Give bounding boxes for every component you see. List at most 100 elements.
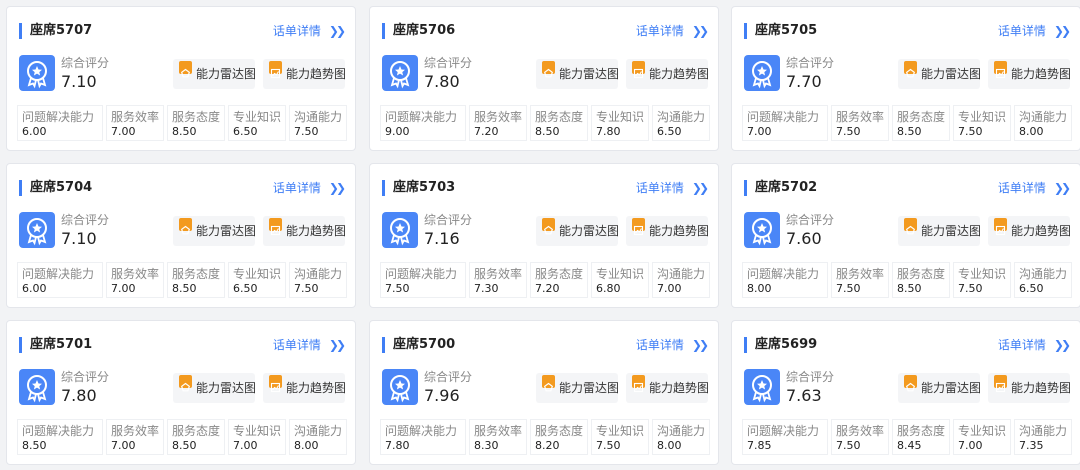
- metric-professional-knowledge: 专业知识 7.00: [953, 419, 1011, 455]
- trend-chart-button[interactable]: 能力趋势图: [263, 216, 347, 246]
- award-badge-icon: [19, 369, 55, 405]
- double-chevron-right-icon: ❯❯: [691, 338, 709, 352]
- radar-chart-label: 能力雷达图: [559, 67, 620, 81]
- trend-chart-button[interactable]: 能力趋势图: [988, 373, 1072, 403]
- radar-chart-button[interactable]: 能力雷达图: [173, 373, 257, 403]
- trend-chart-icon: [994, 375, 1007, 393]
- trend-chart-button[interactable]: 能力趋势图: [263, 59, 346, 89]
- metric-problem-solving: 问题解决能力 7.50: [380, 262, 466, 298]
- metric-label: 服务效率: [474, 110, 523, 124]
- metrics-row: 问题解决能力 7.85 服务效率 7.50 服务态度 8.45 专业知识 7.00 沟通…: [742, 419, 1072, 455]
- metric-value: 7.50: [836, 125, 861, 138]
- metric-value: 8.50: [22, 439, 47, 452]
- metric-communication: 沟通能力 7.50: [289, 262, 347, 298]
- double-chevron-right-icon: ❯❯: [328, 181, 346, 195]
- radar-chart-button[interactable]: 能力雷达图: [536, 216, 619, 246]
- trend-chart-icon: [632, 61, 645, 79]
- metric-value: 7.00: [111, 125, 136, 138]
- trend-chart-label: 能力趋势图: [649, 224, 710, 238]
- metric-value: 7.50: [836, 282, 861, 295]
- radar-chart-button[interactable]: 能力雷达图: [898, 373, 981, 403]
- radar-chart-button[interactable]: 能力雷达图: [173, 216, 256, 246]
- metric-label: 服务态度: [172, 424, 221, 438]
- trend-chart-label: 能力趋势图: [1011, 381, 1072, 395]
- metric-value: 7.50: [596, 439, 621, 452]
- metric-value: 7.00: [657, 282, 682, 295]
- metric-value: 7.80: [596, 125, 621, 138]
- metric-problem-solving: 问题解决能力 7.00: [742, 105, 828, 141]
- metric-professional-knowledge: 专业知识 7.50: [953, 105, 1011, 141]
- metric-value: 8.30: [474, 439, 499, 452]
- metric-label: 沟通能力: [1019, 110, 1068, 124]
- metrics-row: 问题解决能力 8.50 服务效率 7.00 服务态度 8.50 专业知识 7.00 沟通…: [17, 419, 347, 455]
- agent-title: 座席5703: [382, 180, 455, 196]
- radar-chart-label: 能力雷达图: [921, 67, 982, 81]
- agent-title: 座席5707: [19, 23, 92, 39]
- metric-label: 服务效率: [836, 110, 885, 124]
- metric-value: 7.50: [294, 282, 319, 295]
- trend-chart-label: 能力趋势图: [286, 224, 347, 238]
- call-detail-link[interactable]: 话单详情 ❯❯: [636, 23, 709, 39]
- metric-label: 问题解决能力: [22, 110, 95, 124]
- metric-service-efficiency: 服务效率 7.00: [106, 419, 164, 455]
- metric-value: 7.20: [535, 282, 560, 295]
- trend-chart-icon: [269, 375, 282, 393]
- metric-value: 8.50: [535, 125, 560, 138]
- trend-chart-button[interactable]: 能力趋势图: [626, 216, 710, 246]
- radar-chart-button[interactable]: 能力雷达图: [173, 59, 256, 89]
- metric-professional-knowledge: 专业知识 6.50: [228, 262, 286, 298]
- agent-card: 座席5700 话单详情 ❯❯ 综合评分 7.96 能力雷达图 能力趋势图 问题解决…: [369, 320, 719, 465]
- agent-card: 座席5706 话单详情 ❯❯ 综合评分 7.80 能力雷达图 能力趋势图 问题解决…: [369, 6, 719, 151]
- call-detail-link[interactable]: 话单详情 ❯❯: [998, 337, 1071, 353]
- award-badge-icon: [19, 55, 55, 91]
- award-badge-icon: [744, 369, 780, 405]
- radar-chart-button[interactable]: 能力雷达图: [898, 216, 982, 246]
- metric-label: 问题解决能力: [385, 424, 458, 438]
- radar-chart-icon: [179, 375, 192, 392]
- award-badge-icon: [744, 55, 780, 91]
- metric-communication: 沟通能力 7.35: [1014, 419, 1072, 455]
- metric-label: 服务态度: [897, 424, 946, 438]
- metric-value: 7.50: [294, 125, 319, 138]
- metric-value: 7.50: [958, 125, 983, 138]
- radar-chart-button[interactable]: 能力雷达图: [898, 59, 982, 89]
- radar-chart-label: 能力雷达图: [196, 381, 257, 395]
- metric-service-efficiency: 服务效率 7.00: [106, 262, 164, 298]
- call-detail-link[interactable]: 话单详情 ❯❯: [272, 337, 346, 353]
- score-value: 7.96: [424, 386, 460, 405]
- agent-title: 座席5700: [382, 337, 455, 353]
- trend-chart-button[interactable]: 能力趋势图: [988, 216, 1071, 246]
- metric-label: 服务态度: [172, 267, 221, 281]
- metric-value: 7.00: [958, 439, 983, 452]
- metric-label: 专业知识: [596, 110, 645, 124]
- metric-communication: 沟通能力 7.50: [289, 105, 347, 141]
- trend-chart-button[interactable]: 能力趋势图: [626, 59, 709, 89]
- radar-chart-button[interactable]: 能力雷达图: [536, 59, 620, 89]
- radar-chart-icon: [904, 61, 917, 78]
- call-detail-link[interactable]: 话单详情 ❯❯: [998, 180, 1071, 196]
- metric-label: 服务态度: [535, 267, 584, 281]
- call-detail-link[interactable]: 话单详情 ❯❯: [636, 180, 709, 196]
- trend-chart-button[interactable]: 能力趋势图: [263, 373, 346, 403]
- metric-problem-solving: 问题解决能力 8.50: [17, 419, 103, 455]
- radar-chart-button[interactable]: 能力雷达图: [536, 373, 619, 403]
- call-detail-link[interactable]: 话单详情 ❯❯: [998, 23, 1071, 39]
- double-chevron-right-icon: ❯❯: [328, 338, 346, 352]
- score-label: 综合评分: [424, 370, 473, 384]
- metric-service-efficiency: 服务效率 7.20: [469, 105, 527, 141]
- call-detail-link[interactable]: 话单详情 ❯❯: [636, 337, 709, 353]
- radar-chart-label: 能力雷达图: [921, 224, 982, 238]
- metric-communication: 沟通能力 8.00: [652, 419, 710, 455]
- radar-chart-icon: [542, 375, 555, 392]
- call-detail-link[interactable]: 话单详情 ❯❯: [273, 180, 346, 196]
- call-detail-label: 话单详情: [272, 338, 321, 352]
- metric-label: 服务效率: [111, 110, 160, 124]
- metric-value: 7.20: [474, 125, 499, 138]
- call-detail-link[interactable]: 话单详情 ❯❯: [273, 23, 346, 39]
- metric-label: 专业知识: [958, 424, 1007, 438]
- trend-chart-button[interactable]: 能力趋势图: [626, 373, 709, 403]
- agent-card: 座席5699 话单详情 ❯❯ 综合评分 7.63 能力雷达图 能力趋势图 问题解决…: [731, 320, 1080, 465]
- score-value: 7.16: [424, 229, 460, 248]
- trend-chart-button[interactable]: 能力趋势图: [988, 59, 1071, 89]
- score-value: 7.80: [61, 386, 97, 405]
